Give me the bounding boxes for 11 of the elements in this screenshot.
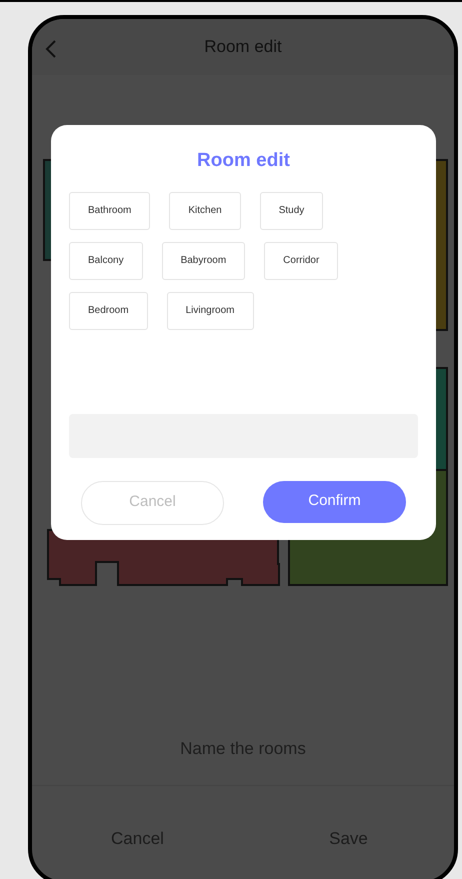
room-chip[interactable]: Bedroom bbox=[69, 292, 148, 330]
page-title: Room edit bbox=[204, 36, 282, 58]
room-chip[interactable]: Livingroom bbox=[166, 292, 254, 330]
room-chip[interactable]: Babyroom bbox=[162, 242, 246, 280]
dialog-title: Room edit bbox=[196, 149, 291, 173]
room-chip[interactable]: Study bbox=[260, 192, 324, 230]
room-chip[interactable]: Corridor bbox=[264, 242, 338, 280]
room-chip[interactable]: Balcony bbox=[69, 242, 143, 280]
room-chip[interactable]: Bathroom bbox=[69, 192, 150, 230]
room-chip[interactable]: Kitchen bbox=[169, 192, 241, 230]
confirm-button[interactable]: Confirm bbox=[263, 480, 406, 522]
